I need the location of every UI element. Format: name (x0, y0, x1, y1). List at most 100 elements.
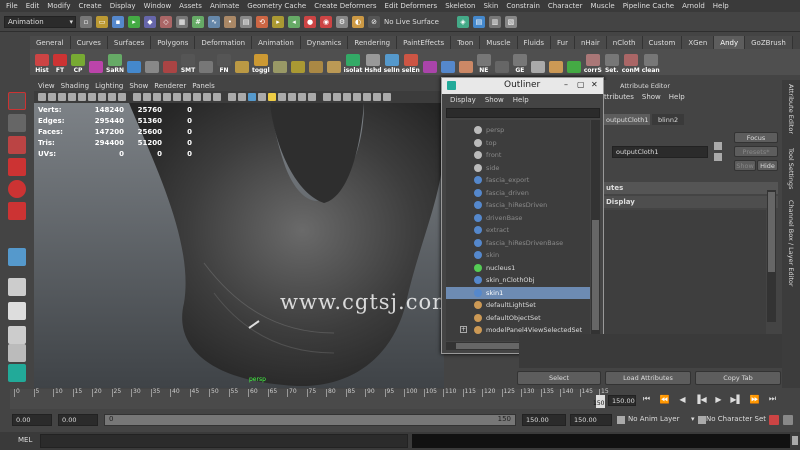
shelf-button[interactable]: conM (622, 50, 640, 74)
shelf-button[interactable]: isolat (344, 50, 362, 74)
step-forward-key-icon[interactable]: ⏩ (748, 395, 761, 404)
outliner-item[interactable]: side (446, 162, 590, 174)
step-forward-frame-icon[interactable]: ▶▌ (730, 395, 743, 404)
menu-skin[interactable]: Skin (483, 2, 498, 10)
current-time-field[interactable]: 150.00 (608, 395, 636, 406)
last-tool-icon[interactable] (8, 248, 26, 266)
shelf-button[interactable] (548, 50, 564, 74)
viewport-tool-icon[interactable] (228, 93, 236, 101)
viewport-tool-icon[interactable] (153, 93, 161, 101)
viewport-tool-icon[interactable] (108, 93, 116, 101)
shelf-button[interactable] (494, 50, 510, 74)
shelf-button[interactable]: clean (642, 50, 660, 74)
select-component-icon[interactable]: ◇ (160, 15, 172, 28)
outliner-item[interactable]: top (446, 137, 590, 149)
viewport-tool-icon[interactable] (268, 93, 276, 101)
shelf-button[interactable]: selEn (402, 50, 420, 74)
shelf-button[interactable]: selIn (384, 50, 400, 74)
viewport-menu-panels[interactable]: Panels (192, 82, 215, 90)
symmetry-icon[interactable]: ◈ (456, 15, 469, 28)
auto-key-icon[interactable] (769, 415, 779, 425)
preferences-icon[interactable] (783, 415, 793, 425)
viewport-tool-icon[interactable] (133, 93, 141, 101)
viewport-tool-icon[interactable] (88, 93, 96, 101)
side-tab-channel-box[interactable]: Channel Box / Layer Editor (787, 200, 795, 287)
shelf-button[interactable]: NE (476, 50, 492, 74)
viewport-tool-icon[interactable] (193, 93, 201, 101)
viewport-tool-icon[interactable] (163, 93, 171, 101)
shelf-button[interactable]: GE (512, 50, 528, 74)
anim-layer-label[interactable]: No Anim Layer (628, 415, 679, 423)
side-tab-tool-settings[interactable]: Tool Settings (787, 148, 795, 189)
outliner-item[interactable]: fascia_driven (446, 187, 590, 199)
menu-display[interactable]: Display (110, 2, 136, 10)
play-forward-icon[interactable]: ▶ (712, 395, 725, 404)
shelf-tab-ncloth[interactable]: nCloth (606, 36, 643, 49)
menu-create[interactable]: Create (78, 2, 101, 10)
select-object-icon[interactable]: ◆ (144, 15, 156, 28)
shelf-tab-deformation[interactable]: Deformation (195, 36, 253, 49)
shelf-button[interactable] (308, 50, 324, 74)
select-tool-icon[interactable] (8, 92, 26, 110)
rotate-tool-icon[interactable] (8, 180, 26, 198)
script-editor-icon[interactable] (792, 436, 798, 445)
input-ops-icon[interactable]: ▸ (272, 15, 284, 28)
ipr-render-icon[interactable]: ◉ (320, 15, 332, 28)
outliner-item[interactable]: persp (446, 124, 590, 136)
command-language-label[interactable]: MEL (18, 436, 32, 444)
command-input[interactable] (40, 434, 408, 448)
animation-end-field[interactable]: 150.00 (570, 414, 612, 426)
menu-animate[interactable]: Animate (210, 2, 239, 10)
animation-start-field[interactable]: 0.00 (12, 414, 52, 426)
load-attributes-button[interactable]: Load Attributes (605, 371, 691, 385)
outliner-item[interactable]: front (446, 149, 590, 161)
viewport-tool-icon[interactable] (258, 93, 266, 101)
viewport-menu-renderer[interactable]: Renderer (154, 82, 186, 90)
viewport-tool-icon[interactable] (343, 93, 351, 101)
outliner-menu-display[interactable]: Display (450, 96, 476, 104)
shelf-tab-toon[interactable]: Toon (451, 36, 481, 49)
four-pane-layout-icon[interactable] (8, 344, 26, 362)
menu-file[interactable]: File (6, 2, 18, 10)
snap-point-icon[interactable]: • (224, 15, 236, 28)
copy-tab-button[interactable]: Copy Tab (695, 371, 781, 385)
scrollbar-thumb[interactable] (768, 192, 775, 272)
lasso-tool-icon[interactable] (8, 114, 26, 132)
shelf-button[interactable]: CP (70, 50, 86, 74)
viewport-tool-icon[interactable] (298, 93, 306, 101)
attributes-menu[interactable]: ttributes (604, 93, 634, 101)
live-surface-icon[interactable]: ⊘ (368, 15, 380, 28)
shelf-button[interactable]: Set. (604, 50, 620, 74)
move-tool-icon[interactable] (8, 158, 26, 176)
menu-modify[interactable]: Modify (47, 2, 70, 10)
hypershade-icon[interactable]: ◐ (352, 15, 364, 28)
viewport-tool-icon[interactable] (323, 93, 331, 101)
attribute-editor-toggle-icon[interactable]: ▤ (472, 15, 485, 28)
menu-pipeline-cache[interactable]: Pipeline Cache (623, 2, 674, 10)
viewport-tool-icon[interactable] (38, 93, 46, 101)
viewport-tool-icon[interactable] (78, 93, 86, 101)
select-hierarchy-icon[interactable]: ▸ (128, 15, 140, 28)
shelf-button[interactable] (326, 50, 342, 74)
open-scene-icon[interactable]: ▭ (96, 15, 108, 28)
outliner-item[interactable]: skin1 (446, 286, 590, 299)
outliner-item[interactable]: extract (446, 224, 590, 236)
attributes-section-header[interactable]: utes (604, 182, 778, 194)
single-layout-icon[interactable] (8, 278, 26, 296)
shelf-button[interactable] (126, 50, 142, 74)
two-pane-layout-icon[interactable] (8, 302, 26, 320)
go-to-start-icon[interactable]: ⏮ (640, 394, 653, 404)
outliner-menu-help[interactable]: Help (513, 96, 529, 104)
viewport-menu-lighting[interactable]: Lighting (95, 82, 123, 90)
step-back-key-icon[interactable]: ⏪ (658, 395, 671, 404)
shelf-tab-general[interactable]: General (30, 36, 71, 49)
new-scene-icon[interactable]: ▫ (80, 15, 92, 28)
viewport-tool-icon[interactable] (373, 93, 381, 101)
outliner-vertical-scrollbar[interactable] (591, 120, 600, 341)
outliner-layout-icon[interactable] (8, 364, 26, 382)
shelf-button[interactable]: Hist (34, 50, 50, 74)
expand-icon[interactable]: + (460, 326, 467, 333)
playback-start-field[interactable]: 0.00 (58, 414, 98, 426)
help-menu[interactable]: Help (669, 93, 685, 101)
outliner-item[interactable]: nucleus1 (446, 262, 590, 274)
